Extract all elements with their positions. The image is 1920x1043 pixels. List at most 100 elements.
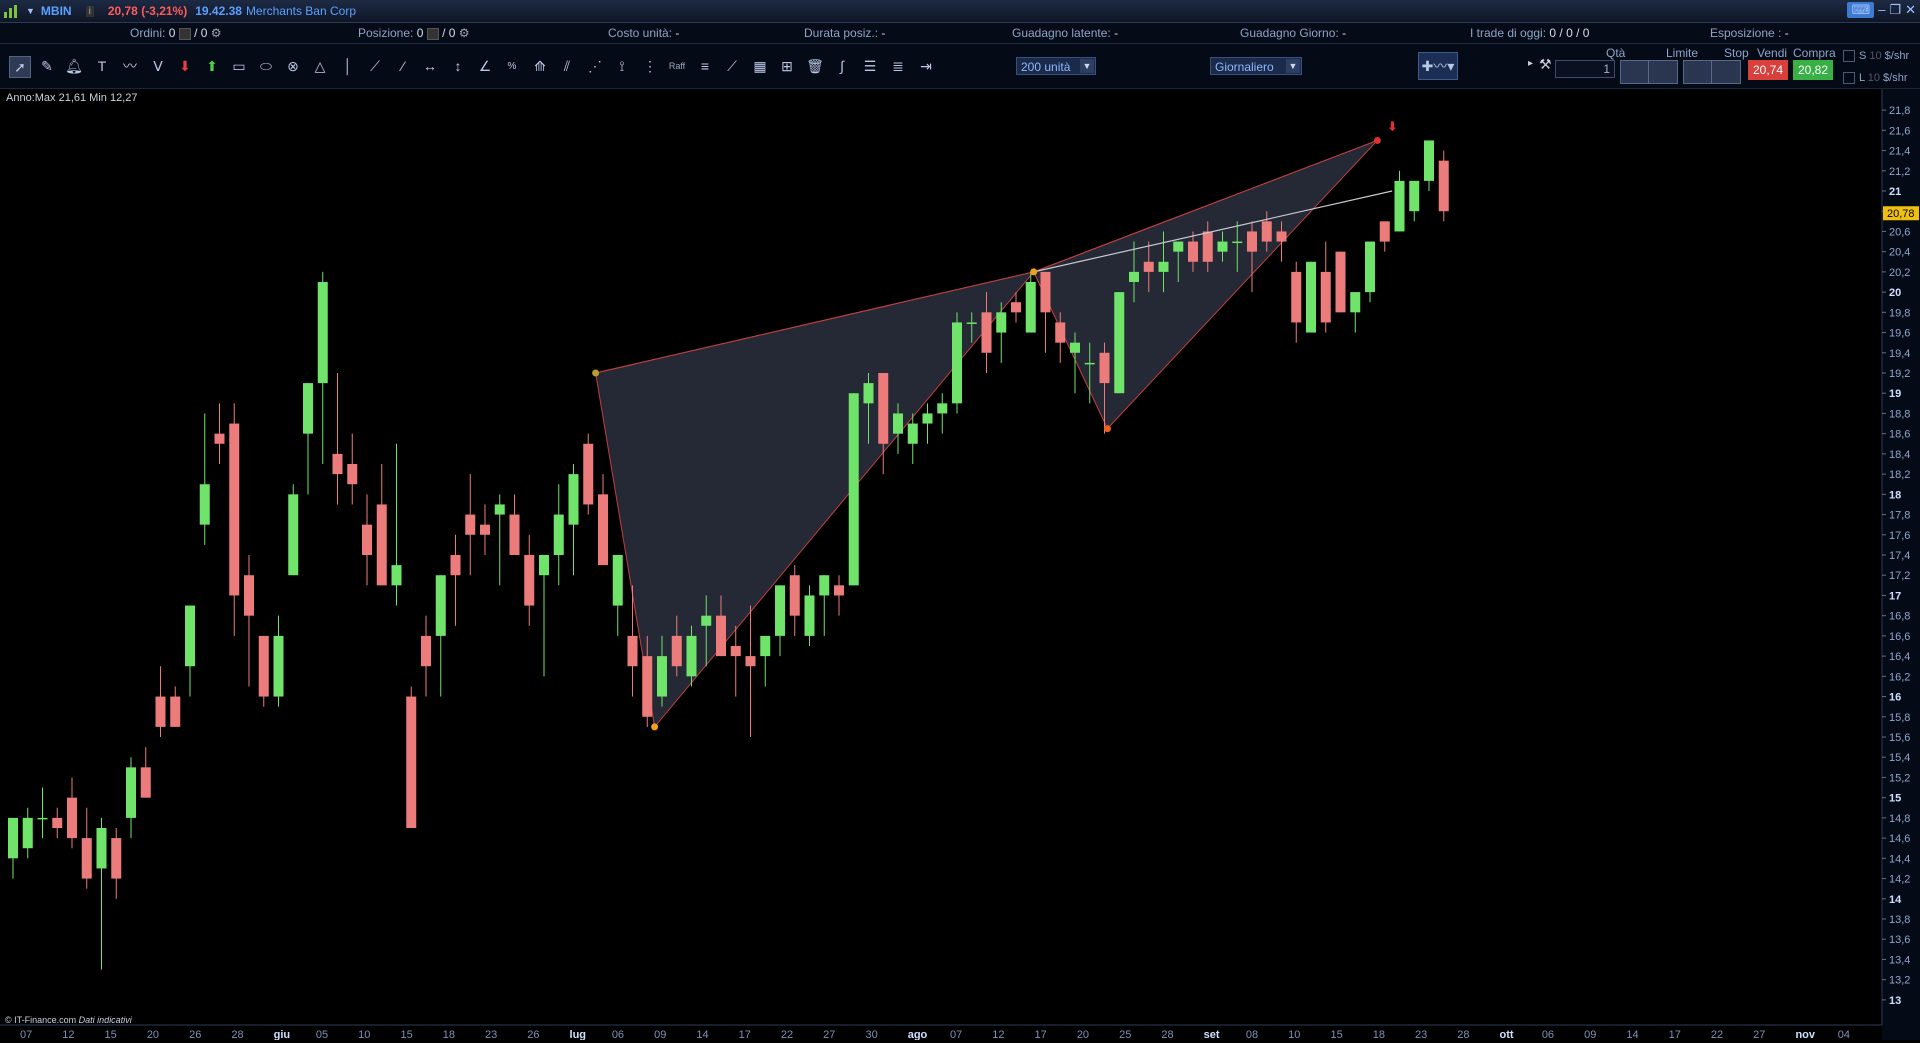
pattern-pivot-point <box>1373 136 1381 144</box>
candle-body <box>1129 271 1139 282</box>
measure-tool-icon[interactable]: ⇥ <box>916 56 936 76</box>
candle-body <box>111 838 122 879</box>
wrench-icon[interactable]: ⚒ <box>1539 56 1552 73</box>
x-tick-label: 17 <box>1035 1029 1047 1040</box>
limit-checkbox[interactable] <box>1843 72 1855 85</box>
x-tick-label: 22 <box>1711 1029 1723 1040</box>
pattern-pivot-point <box>1030 268 1038 276</box>
rectangle-tool-icon[interactable]: ▭ <box>229 56 249 76</box>
candle-body <box>789 575 800 616</box>
ellipse-tool-icon[interactable]: ⬭ <box>256 56 276 76</box>
box-pattern-icon[interactable]: ⊞ <box>777 56 797 76</box>
restore-icon[interactable]: ❐ <box>1889 2 1901 18</box>
y-tick-label: 20,2 <box>1889 267 1910 279</box>
candle-body <box>8 817 18 859</box>
candle-body <box>1261 221 1272 242</box>
candle-body <box>509 514 520 555</box>
settings-icon[interactable]: ⚙ <box>459 26 470 40</box>
stop-buy-button[interactable] <box>1683 60 1713 84</box>
candle-body <box>199 484 210 525</box>
alert-bell-icon[interactable]: 🔔︎ <box>64 56 84 76</box>
y-tick-label: 13,6 <box>1889 934 1910 946</box>
trendline-tool-icon[interactable]: ⁄ <box>393 56 413 76</box>
fib-retracement-icon[interactable]: ≡ <box>695 56 715 76</box>
arrow-up-tool-icon[interactable]: ⬆ <box>202 56 222 76</box>
raff-tool-icon[interactable]: Raff <box>667 56 687 76</box>
dropdown-arrow-icon[interactable]: ▼ <box>26 6 35 16</box>
y-tick-label: 20,6 <box>1889 226 1910 238</box>
y-tick-label: 17,4 <box>1889 550 1910 562</box>
units-select[interactable]: 200 unità ▼ <box>1016 57 1096 75</box>
zigzag-tool-icon[interactable]: ᐯ <box>148 56 168 76</box>
limit-sell-button[interactable] <box>1648 60 1678 84</box>
stop-loss-setting[interactable]: S 10 $/shr <box>1843 50 1909 63</box>
limit-buy-button[interactable] <box>1620 60 1650 84</box>
y-tick-label: 21,4 <box>1889 146 1910 158</box>
stop-checkbox[interactable] <box>1843 50 1855 63</box>
close-icon[interactable]: ✕ <box>1905 2 1916 18</box>
close-position-icon[interactable] <box>426 27 439 40</box>
price-chart-area[interactable]: 21,821,621,421,22120,820,620,420,22019,8… <box>0 89 1920 1041</box>
channel-tool-icon[interactable]: ⋮ <box>640 56 660 76</box>
keyboard-icon[interactable]: ⌨ <box>1847 2 1875 18</box>
text-tool-icon[interactable]: T <box>92 56 112 76</box>
fan-tool-icon[interactable]: ⟰ <box>530 56 550 76</box>
minimize-icon[interactable]: – <box>1878 2 1885 18</box>
posizione-info: Posizione: 0 / 0 ⚙ <box>358 26 470 40</box>
settings-icon[interactable]: ⚙ <box>211 26 222 40</box>
grid-tool-icon[interactable]: ▦ <box>750 56 770 76</box>
trade-oggi-info: I trade di oggi: 0 / 0 / 0 <box>1470 26 1590 40</box>
triangle-tool-icon[interactable]: △ <box>310 56 330 76</box>
y-tick-label: 16,4 <box>1889 651 1910 663</box>
y-tick-label: 21 <box>1889 186 1901 198</box>
x-tick-label: giu <box>274 1029 291 1040</box>
candle-body <box>1379 221 1390 242</box>
candlestick-chart[interactable]: 21,821,621,421,22120,820,620,420,22019,8… <box>0 89 1920 1041</box>
arrow-down-tool-icon[interactable]: ⬇ <box>175 56 195 76</box>
candle-body <box>22 817 33 849</box>
sell-button[interactable]: 20,74 <box>1748 60 1788 80</box>
take-profit-setting[interactable]: L 10 $/shr <box>1843 72 1908 85</box>
curve-tool-icon[interactable]: ∫ <box>832 56 852 76</box>
candle-body <box>1158 261 1169 272</box>
pointer-tool-icon[interactable]: ➚ <box>9 56 31 78</box>
parallel-lines-icon[interactable]: ☰ <box>860 56 880 76</box>
x-tick-label: 26 <box>527 1029 539 1040</box>
fibonacci-fan-icon[interactable]: ⫽ <box>557 56 577 76</box>
speed-lines-icon[interactable]: ⋰ <box>585 56 605 76</box>
horizontal-range-tool-icon[interactable]: ↔ <box>420 56 440 76</box>
stop-sell-button[interactable] <box>1711 60 1741 84</box>
x-tick-label: 15 <box>105 1029 117 1040</box>
trash-icon[interactable]: 🗑︎ <box>805 56 825 76</box>
vertical-line-tool-icon[interactable]: │ <box>338 56 358 76</box>
candle-body <box>1025 282 1036 333</box>
y-tick-label: 19,6 <box>1889 328 1910 340</box>
buy-button[interactable]: 20,82 <box>1793 60 1833 80</box>
stacked-lines-icon[interactable]: ≣ <box>888 56 908 76</box>
vertical-range-tool-icon[interactable]: ↕ <box>448 56 468 76</box>
ray-tool-icon[interactable]: ⟋ <box>365 56 385 76</box>
app-logo-icon <box>4 4 22 18</box>
y-tick-label: 21,8 <box>1889 105 1910 117</box>
indicator-menu-icon[interactable]: ✚〰▾ <box>1418 52 1458 80</box>
percent-tool-icon[interactable]: % <box>502 56 522 76</box>
gann-fan-icon[interactable]: ⟋ <box>722 56 742 76</box>
y-tick-label: 13,4 <box>1889 954 1910 966</box>
candle-body <box>421 635 431 667</box>
line-chart-tool-icon[interactable]: 〰 <box>120 56 140 76</box>
info-icon[interactable]: i <box>85 5 94 17</box>
symbol-label[interactable]: MBIN <box>41 4 72 18</box>
candle-body <box>1350 292 1361 313</box>
expand-icon[interactable]: ▸ <box>1528 58 1533 69</box>
cancel-orders-icon[interactable] <box>178 27 191 40</box>
circle-cross-tool-icon[interactable]: ⊗ <box>283 56 303 76</box>
title-bar: ▼ MBIN i 20,78 (-3,21%) 19.42.38 Merchan… <box>0 0 1920 23</box>
quantity-input[interactable]: 1 <box>1555 60 1615 78</box>
candle-body <box>185 605 195 667</box>
period-select[interactable]: Giornaliero ▼ <box>1210 57 1302 75</box>
pencil-tool-icon[interactable]: ✎ <box>37 56 57 76</box>
angle-tool-icon[interactable]: ∠ <box>475 56 495 76</box>
candle-body <box>539 555 549 576</box>
pitchfork-icon[interactable]: ⟟ <box>612 56 632 76</box>
data-source-footer: © IT-Finance.com Dati indicativi <box>5 1015 132 1025</box>
